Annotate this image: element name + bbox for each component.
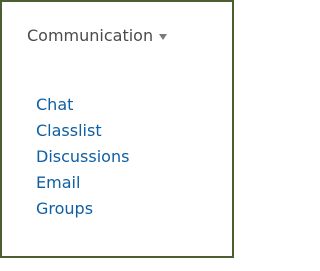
classlist-link[interactable]: Classlist <box>36 121 102 140</box>
communication-menu-panel: Communication Chat Classlist Discussions… <box>0 0 234 258</box>
email-link[interactable]: Email <box>36 173 80 192</box>
communication-menu-header[interactable]: Communication <box>27 26 168 46</box>
menu-item-classlist: Classlist <box>36 118 129 144</box>
menu-title: Communication <box>27 26 154 45</box>
menu-item-discussions: Discussions <box>36 144 129 170</box>
menu-item-chat: Chat <box>36 92 129 118</box>
groups-link[interactable]: Groups <box>36 199 93 218</box>
discussions-link[interactable]: Discussions <box>36 147 129 166</box>
menu-item-email: Email <box>36 170 129 196</box>
chevron-down-icon <box>159 34 168 40</box>
menu-list: Chat Classlist Discussions Email Groups <box>36 92 129 222</box>
chat-link[interactable]: Chat <box>36 95 73 114</box>
menu-item-groups: Groups <box>36 196 129 222</box>
